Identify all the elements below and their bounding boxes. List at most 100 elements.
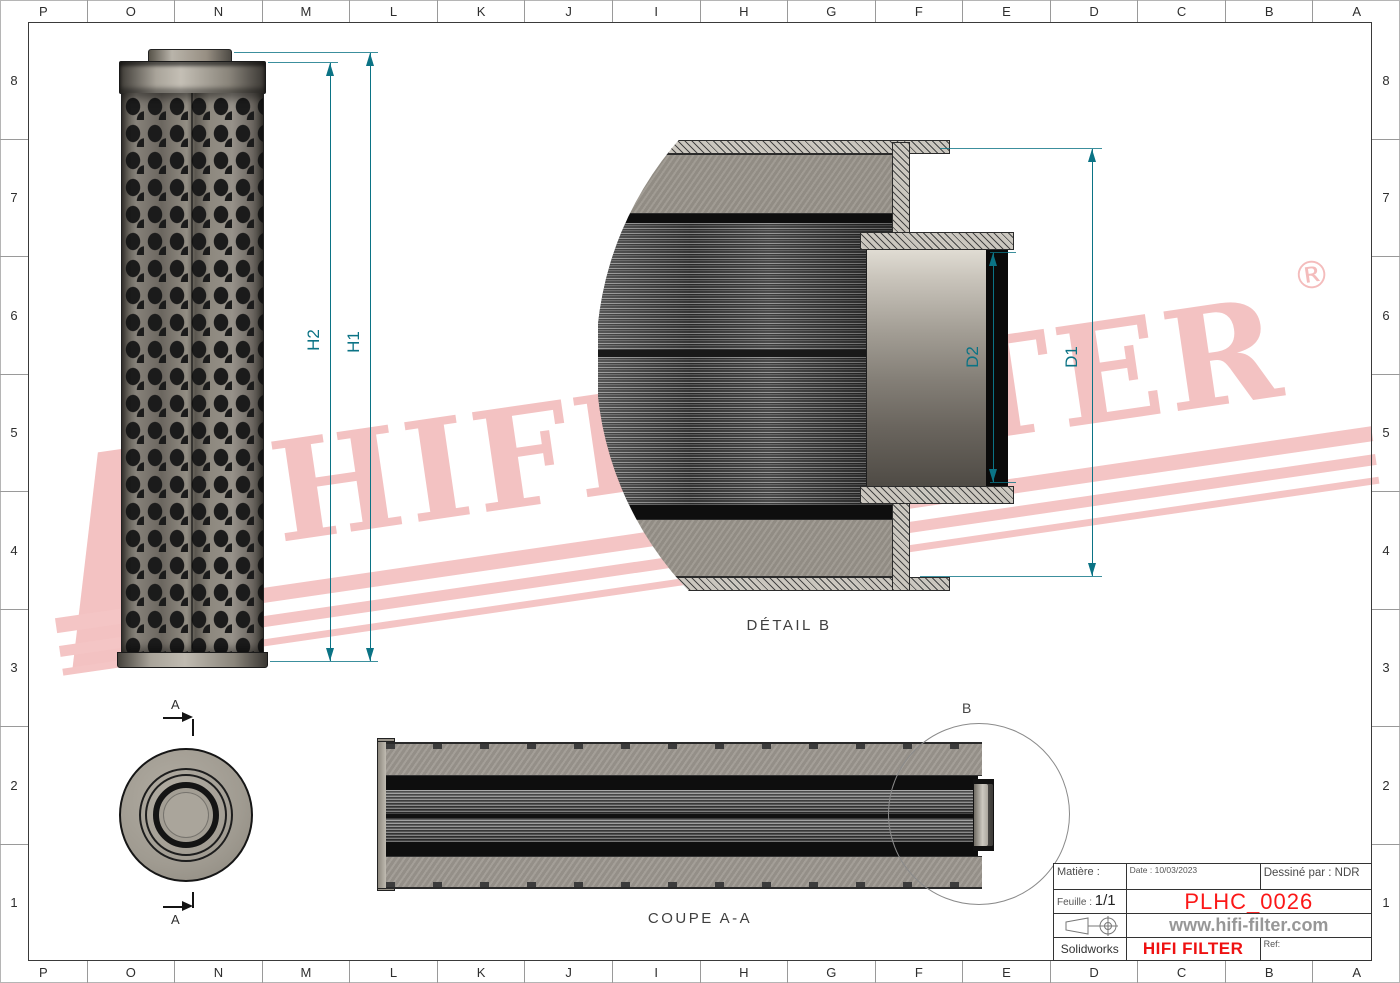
- detail-shell-wall-top: [892, 142, 910, 236]
- grid-column-label: H: [701, 961, 789, 983]
- software-label: Solidworks: [1054, 938, 1127, 960]
- h2-dimension-line: [330, 63, 331, 661]
- d2-arrow-top: [989, 253, 997, 266]
- h1-arrow-bottom: [366, 648, 374, 661]
- section-outer-shell-top: [386, 742, 982, 776]
- grid-band-bottom: P O N M L K J I H G F E D C B A: [0, 961, 1400, 983]
- grid-row-label: 8: [1372, 22, 1400, 140]
- grid-band-top: P O N M L K J I H G F E D C B A: [0, 0, 1400, 22]
- grid-column-label: L: [350, 961, 438, 983]
- h1-arrow-top: [366, 53, 374, 66]
- section-cut-arrow-bottom: [182, 901, 193, 911]
- front-view-center-seam: [191, 93, 193, 654]
- grid-column-label: N: [175, 961, 263, 983]
- h2-arrow-top: [326, 63, 334, 76]
- grid-column-label: G: [788, 0, 876, 22]
- d2-dimension-line: [993, 253, 994, 482]
- detail-inner-tube-top: [605, 214, 908, 223]
- brand-name: HIFI FILTER: [1127, 938, 1261, 960]
- d1-arrow-bottom: [1088, 563, 1096, 576]
- grid-column-label: A: [1313, 0, 1400, 22]
- grid-column-label: B: [1226, 961, 1314, 983]
- section-cut-arrow-top: [182, 712, 193, 722]
- grid-column-label: B: [1226, 0, 1314, 22]
- grid-column-label: D: [1051, 961, 1139, 983]
- grid-column-label: F: [876, 961, 964, 983]
- grid-row-label: 5: [0, 375, 28, 493]
- detail-bottom-end-cap: [618, 519, 908, 577]
- detail-flange-top: [860, 232, 1014, 250]
- detail-callout-label: B: [962, 700, 971, 716]
- grid-column-label: K: [438, 0, 526, 22]
- grid-column-label: E: [963, 961, 1051, 983]
- projection-symbol-icon: [1054, 914, 1127, 937]
- grid-column-label: A: [1313, 961, 1400, 983]
- grid-row-label: 1: [1372, 845, 1400, 962]
- detail-inner-tube-bottom: [605, 505, 908, 519]
- drawn-by-label: Dessiné par : NDR: [1261, 864, 1371, 889]
- grid-column-label: G: [788, 961, 876, 983]
- grid-column-label: C: [1138, 0, 1226, 22]
- h2-dimension-label: H2: [304, 329, 324, 351]
- grid-column-label: J: [525, 961, 613, 983]
- top-view-center-bore: [163, 792, 209, 838]
- section-cut-label-top: A: [171, 697, 180, 712]
- grid-column-label: O: [88, 961, 176, 983]
- grid-row-label: 3: [0, 610, 28, 728]
- registered-trademark-icon: ®: [1290, 251, 1334, 300]
- grid-column-label: M: [263, 0, 351, 22]
- section-inner-tube-bottom: [386, 842, 978, 856]
- reference-label: Ref:: [1261, 938, 1371, 960]
- d1-dimension-line: [1092, 149, 1093, 576]
- grid-column-label: P: [0, 961, 88, 983]
- website-url: www.hifi-filter.com: [1127, 914, 1371, 937]
- grid-column-label: L: [350, 0, 438, 22]
- d1-extension-line-top: [940, 148, 1102, 149]
- detail-outlet-sleeve: [866, 249, 988, 487]
- title-block-row: Matière : Date : 10/03/2023 Dessiné par …: [1054, 864, 1371, 890]
- grid-row-label: 5: [1372, 375, 1400, 493]
- detail-pleated-media-lower: [598, 357, 908, 505]
- section-inner-tube-top: [386, 776, 978, 790]
- sheet-label: Feuille :: [1057, 897, 1092, 908]
- grid-column-label: M: [263, 961, 351, 983]
- grid-column-label: K: [438, 961, 526, 983]
- h1-extension-line-top: [234, 52, 378, 53]
- grid-column-label: J: [525, 0, 613, 22]
- title-block-row: www.hifi-filter.com: [1054, 914, 1371, 938]
- h2-arrow-bottom: [326, 648, 334, 661]
- d1-dimension-label: D1: [1062, 346, 1082, 368]
- top-view-groove-ring: [145, 774, 227, 856]
- d2-dimension-label: D2: [963, 346, 983, 368]
- front-view-top-rim: [119, 61, 266, 94]
- section-cut-label-bottom: A: [171, 912, 180, 927]
- grid-band-left: 8 7 6 5 4 3 2 1: [0, 22, 28, 961]
- grid-column-label: I: [613, 0, 701, 22]
- section-shell-notches: [386, 744, 982, 749]
- grid-row-label: 4: [0, 492, 28, 610]
- grid-row-label: 4: [1372, 492, 1400, 610]
- d1-extension-line-bottom: [920, 576, 1102, 577]
- grid-row-label: 7: [1372, 140, 1400, 258]
- detail-view-caption: DÉTAIL B: [689, 617, 889, 634]
- h1-dimension-label: H1: [344, 331, 364, 353]
- h1-dimension-line: [370, 53, 371, 661]
- grid-column-label: H: [701, 0, 789, 22]
- grid-column-label: F: [876, 0, 964, 22]
- grid-column-label: O: [88, 0, 176, 22]
- front-view-bottom-cap: [117, 652, 268, 668]
- section-shell-notches: [386, 882, 982, 887]
- section-cut-line-top: [163, 717, 183, 719]
- title-block: Matière : Date : 10/03/2023 Dessiné par …: [1053, 863, 1372, 961]
- detail-top-end-cap: [618, 154, 908, 214]
- material-label: Matière :: [1054, 864, 1127, 889]
- detail-oring-seal: [986, 239, 1008, 497]
- detail-flange-bottom: [860, 486, 1014, 504]
- h-extension-line-bottom: [270, 661, 378, 662]
- grid-column-label: N: [175, 0, 263, 22]
- grid-band-right: 8 7 6 5 4 3 2 1: [1372, 22, 1400, 961]
- title-block-row: Feuille : 1/1 PLHC_0026: [1054, 890, 1371, 914]
- grid-column-label: C: [1138, 961, 1226, 983]
- grid-column-label: D: [1051, 0, 1139, 22]
- grid-row-label: 2: [0, 727, 28, 845]
